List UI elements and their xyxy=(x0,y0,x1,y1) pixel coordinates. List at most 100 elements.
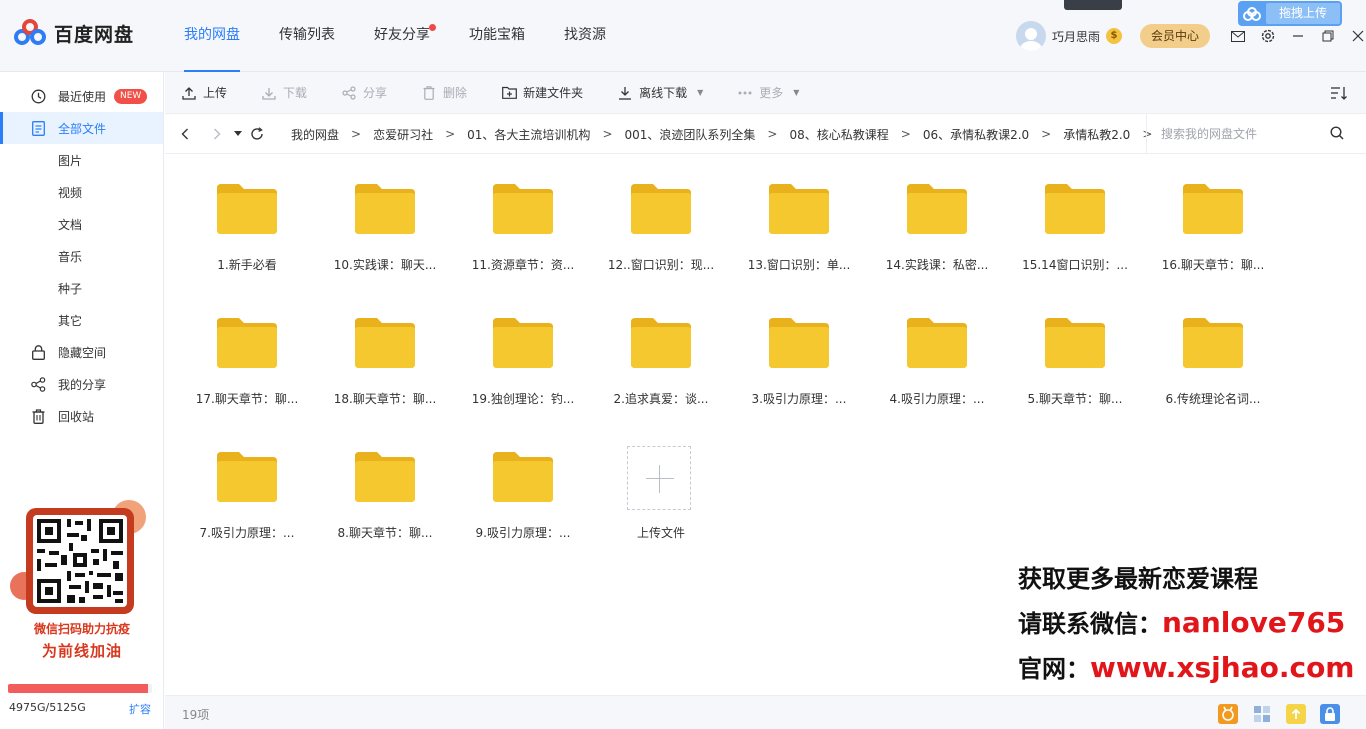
search-icon[interactable] xyxy=(1330,126,1346,142)
more-button[interactable]: 更多 ▼ xyxy=(737,84,799,101)
folder-item[interactable]: 8.聊天章节：聊... xyxy=(316,438,454,558)
toolbar: 上传 下载 分享 删除 新建文件夹 离线下载 ▼ 更多 ▼ xyxy=(165,72,1366,114)
upload-file-icon[interactable] xyxy=(1286,704,1306,724)
delete-button[interactable]: 删除 xyxy=(421,84,467,101)
coin-icon[interactable]: $ xyxy=(1106,28,1123,44)
sidebar-item-label: 文档 xyxy=(58,217,83,232)
folder-icon xyxy=(631,318,691,368)
sidebar-item-my-shares[interactable]: 我的分享 xyxy=(0,368,163,400)
tab-toolbox[interactable]: 功能宝箱 xyxy=(469,0,525,72)
breadcrumb-item[interactable]: 08、核心私教课程 xyxy=(789,126,888,143)
upload-file-button[interactable] xyxy=(627,446,691,510)
status-bar: 19项 xyxy=(165,695,1366,729)
folder-item[interactable]: 19.独创理论：钓... xyxy=(454,304,592,424)
back-icon[interactable] xyxy=(175,124,195,144)
tab-my-disk[interactable]: 我的网盘 xyxy=(184,0,240,72)
folder-icon xyxy=(907,318,967,368)
medal-icon[interactable] xyxy=(1218,704,1238,724)
promo-text: 微信扫码助力抗疫 xyxy=(33,622,130,636)
tab-friend-share[interactable]: 好友分享 xyxy=(374,0,436,72)
sort-icon[interactable] xyxy=(1330,85,1348,101)
breadcrumb-item[interactable]: 01、各大主流培训机构 xyxy=(467,126,590,143)
breadcrumb-item[interactable]: 06、承情私教课2.0 xyxy=(923,126,1029,143)
folder-item[interactable]: 11.资源章节：资... xyxy=(454,170,592,290)
folder-name: 13.窗口识别：单... xyxy=(747,258,851,272)
sidebar-item-videos[interactable]: 视频 xyxy=(0,176,163,208)
clock-icon xyxy=(30,88,46,104)
sidebar-item-images[interactable]: 图片 xyxy=(0,144,163,176)
tab-find-resources[interactable]: 找资源 xyxy=(564,0,606,72)
folder-item[interactable]: 18.聊天章节：聊... xyxy=(316,304,454,424)
history-dropdown-icon[interactable] xyxy=(231,124,245,144)
new-folder-button[interactable]: 新建文件夹 xyxy=(501,84,583,101)
user-profile[interactable]: 巧月思雨 $ xyxy=(1016,21,1123,51)
window-drag-handle[interactable] xyxy=(1064,0,1122,10)
drag-upload-button[interactable]: 拖拽上传 xyxy=(1238,1,1342,26)
gear-icon[interactable] xyxy=(1260,28,1276,44)
chevron-down-icon[interactable]: ▼ xyxy=(697,88,703,97)
breadcrumb-separator: > xyxy=(602,127,613,141)
offline-download-button[interactable]: 离线下载 ▼ xyxy=(617,84,703,101)
sidebar-item-all-files[interactable]: 全部文件 xyxy=(0,112,163,144)
folder-name: 15.14窗口识别：... xyxy=(1022,258,1128,272)
sidebar-item-hidden-space[interactable]: 隐藏空间 xyxy=(0,336,163,368)
folder-icon xyxy=(355,184,415,234)
folder-name: 10.实践课：聊天... xyxy=(333,258,437,272)
close-icon[interactable] xyxy=(1350,28,1366,44)
folder-item[interactable]: 4.吸引力原理：... xyxy=(868,304,1006,424)
sidebar-item-documents[interactable]: 文档 xyxy=(0,208,163,240)
breadcrumb-item[interactable]: 承情私教2.0 xyxy=(1063,126,1130,143)
folder-icon xyxy=(769,318,829,368)
breadcrumb-item[interactable]: 001、浪迹团队系列全集 xyxy=(625,126,756,143)
folder-item[interactable]: 12..窗口识别：现... xyxy=(592,170,730,290)
sidebar-item-recycle-bin[interactable]: 回收站 xyxy=(0,400,163,432)
folder-name: 16.聊天章节：聊... xyxy=(1161,258,1265,272)
restore-icon[interactable] xyxy=(1320,28,1336,44)
app-name: 百度网盘 xyxy=(54,23,135,46)
folder-item[interactable]: 13.窗口识别：单... xyxy=(730,170,868,290)
folder-item[interactable]: 9.吸引力原理：... xyxy=(454,438,592,558)
watermark-contact: 请联系微信：nanlove765 xyxy=(1018,606,1346,639)
search-input[interactable] xyxy=(1161,127,1321,141)
refresh-icon[interactable] xyxy=(247,124,267,144)
tab-transfer-list[interactable]: 传输列表 xyxy=(279,0,335,72)
breadcrumb-separator: > xyxy=(445,127,456,141)
folder-icon xyxy=(1183,318,1243,368)
folder-icon xyxy=(493,452,553,502)
qr-code-frame xyxy=(26,508,134,614)
minimize-icon[interactable] xyxy=(1290,28,1306,44)
chevron-down-icon[interactable]: ▼ xyxy=(793,88,799,97)
folder-item[interactable]: 2.追求真爱：谈... xyxy=(592,304,730,424)
folder-item[interactable]: 1.新手必看 xyxy=(178,170,316,290)
new-badge: NEW xyxy=(114,88,148,104)
folder-item[interactable]: 5.聊天章节：聊... xyxy=(1006,304,1144,424)
folder-item[interactable]: 10.实践课：聊天... xyxy=(316,170,454,290)
folder-item[interactable]: 14.实践课：私密... xyxy=(868,170,1006,290)
breadcrumb-item[interactable]: 我的网盘 xyxy=(291,126,339,143)
folder-item[interactable]: 6.传统理论名词... xyxy=(1144,304,1282,424)
breadcrumb-separator: > xyxy=(1041,127,1052,141)
mail-icon[interactable] xyxy=(1230,28,1246,44)
promo-banner[interactable]: 微信扫码助力抗疫 为前线加油 xyxy=(8,500,156,662)
folder-item[interactable]: 16.聊天章节：聊... xyxy=(1144,170,1282,290)
download-button[interactable]: 下载 xyxy=(261,84,307,101)
lock-icon[interactable] xyxy=(1320,704,1340,724)
sidebar-item-other[interactable]: 其它 xyxy=(0,304,163,336)
forward-icon[interactable] xyxy=(207,124,227,144)
sidebar-item-music[interactable]: 音乐 xyxy=(0,240,163,272)
upload-button[interactable]: 上传 xyxy=(181,84,227,101)
share-button[interactable]: 分享 xyxy=(341,84,387,101)
sidebar-item-torrents[interactable]: 种子 xyxy=(0,272,163,304)
expand-storage-link[interactable]: 扩容 xyxy=(129,701,151,717)
download-icon xyxy=(261,85,277,101)
apps-grid-icon[interactable] xyxy=(1252,704,1272,724)
folder-item[interactable]: 3.吸引力原理：... xyxy=(730,304,868,424)
folder-item[interactable]: 17.聊天章节：聊... xyxy=(178,304,316,424)
vip-center-button[interactable]: 会员中心 xyxy=(1140,24,1210,48)
folder-item[interactable]: 15.14窗口识别：... xyxy=(1006,170,1144,290)
sidebar-item-label: 隐藏空间 xyxy=(58,345,107,360)
avatar[interactable] xyxy=(1016,21,1046,51)
folder-item[interactable]: 7.吸引力原理：... xyxy=(178,438,316,558)
sidebar-item-recent[interactable]: 最近使用 NEW xyxy=(0,80,163,112)
breadcrumb-item[interactable]: 恋爱研习社 xyxy=(373,126,433,143)
